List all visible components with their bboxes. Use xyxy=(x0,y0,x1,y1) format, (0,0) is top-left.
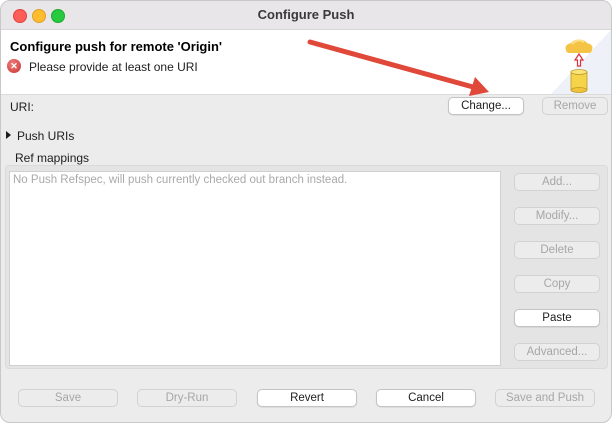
cancel-button[interactable]: Cancel xyxy=(376,389,476,407)
error-message: Please provide at least one URI xyxy=(29,60,198,74)
save-and-push-button[interactable]: Save and Push xyxy=(495,389,595,407)
paste-refspec-button[interactable]: Paste xyxy=(514,309,600,327)
title-bar: Configure Push xyxy=(1,1,611,30)
push-uris-label: Push URIs xyxy=(17,129,75,143)
advanced-refspec-button[interactable]: Advanced... xyxy=(514,343,600,361)
delete-refspec-button[interactable]: Delete xyxy=(514,241,600,259)
dry-run-button[interactable]: Dry-Run xyxy=(137,389,237,407)
uri-label: URI: xyxy=(10,100,34,114)
revert-button[interactable]: Revert xyxy=(257,389,357,407)
configure-push-window: Configure Push Configure push for remote… xyxy=(0,0,612,423)
modify-refspec-button[interactable]: Modify... xyxy=(514,207,600,225)
banner-title: Configure push for remote 'Origin' xyxy=(10,39,223,54)
push-uris-toggle[interactable]: Push URIs xyxy=(6,129,74,143)
error-icon: ✕ xyxy=(7,59,21,73)
save-button[interactable]: Save xyxy=(18,389,118,407)
window-title: Configure Push xyxy=(257,7,355,22)
add-refspec-button[interactable]: Add... xyxy=(514,173,600,191)
cloud-push-icon xyxy=(551,30,611,94)
ref-mappings-placeholder: No Push Refspec, will push currently che… xyxy=(13,174,348,186)
ref-mappings-label: Ref mappings xyxy=(15,151,90,165)
disclosure-triangle-icon xyxy=(6,131,11,139)
remove-uri-button[interactable]: Remove xyxy=(542,97,608,115)
copy-refspec-button[interactable]: Copy xyxy=(514,275,600,293)
change-uri-button[interactable]: Change... xyxy=(448,97,524,115)
header-banner: Configure push for remote 'Origin' ✕ Ple… xyxy=(1,30,611,95)
ref-mappings-list[interactable]: No Push Refspec, will push currently che… xyxy=(9,171,501,366)
